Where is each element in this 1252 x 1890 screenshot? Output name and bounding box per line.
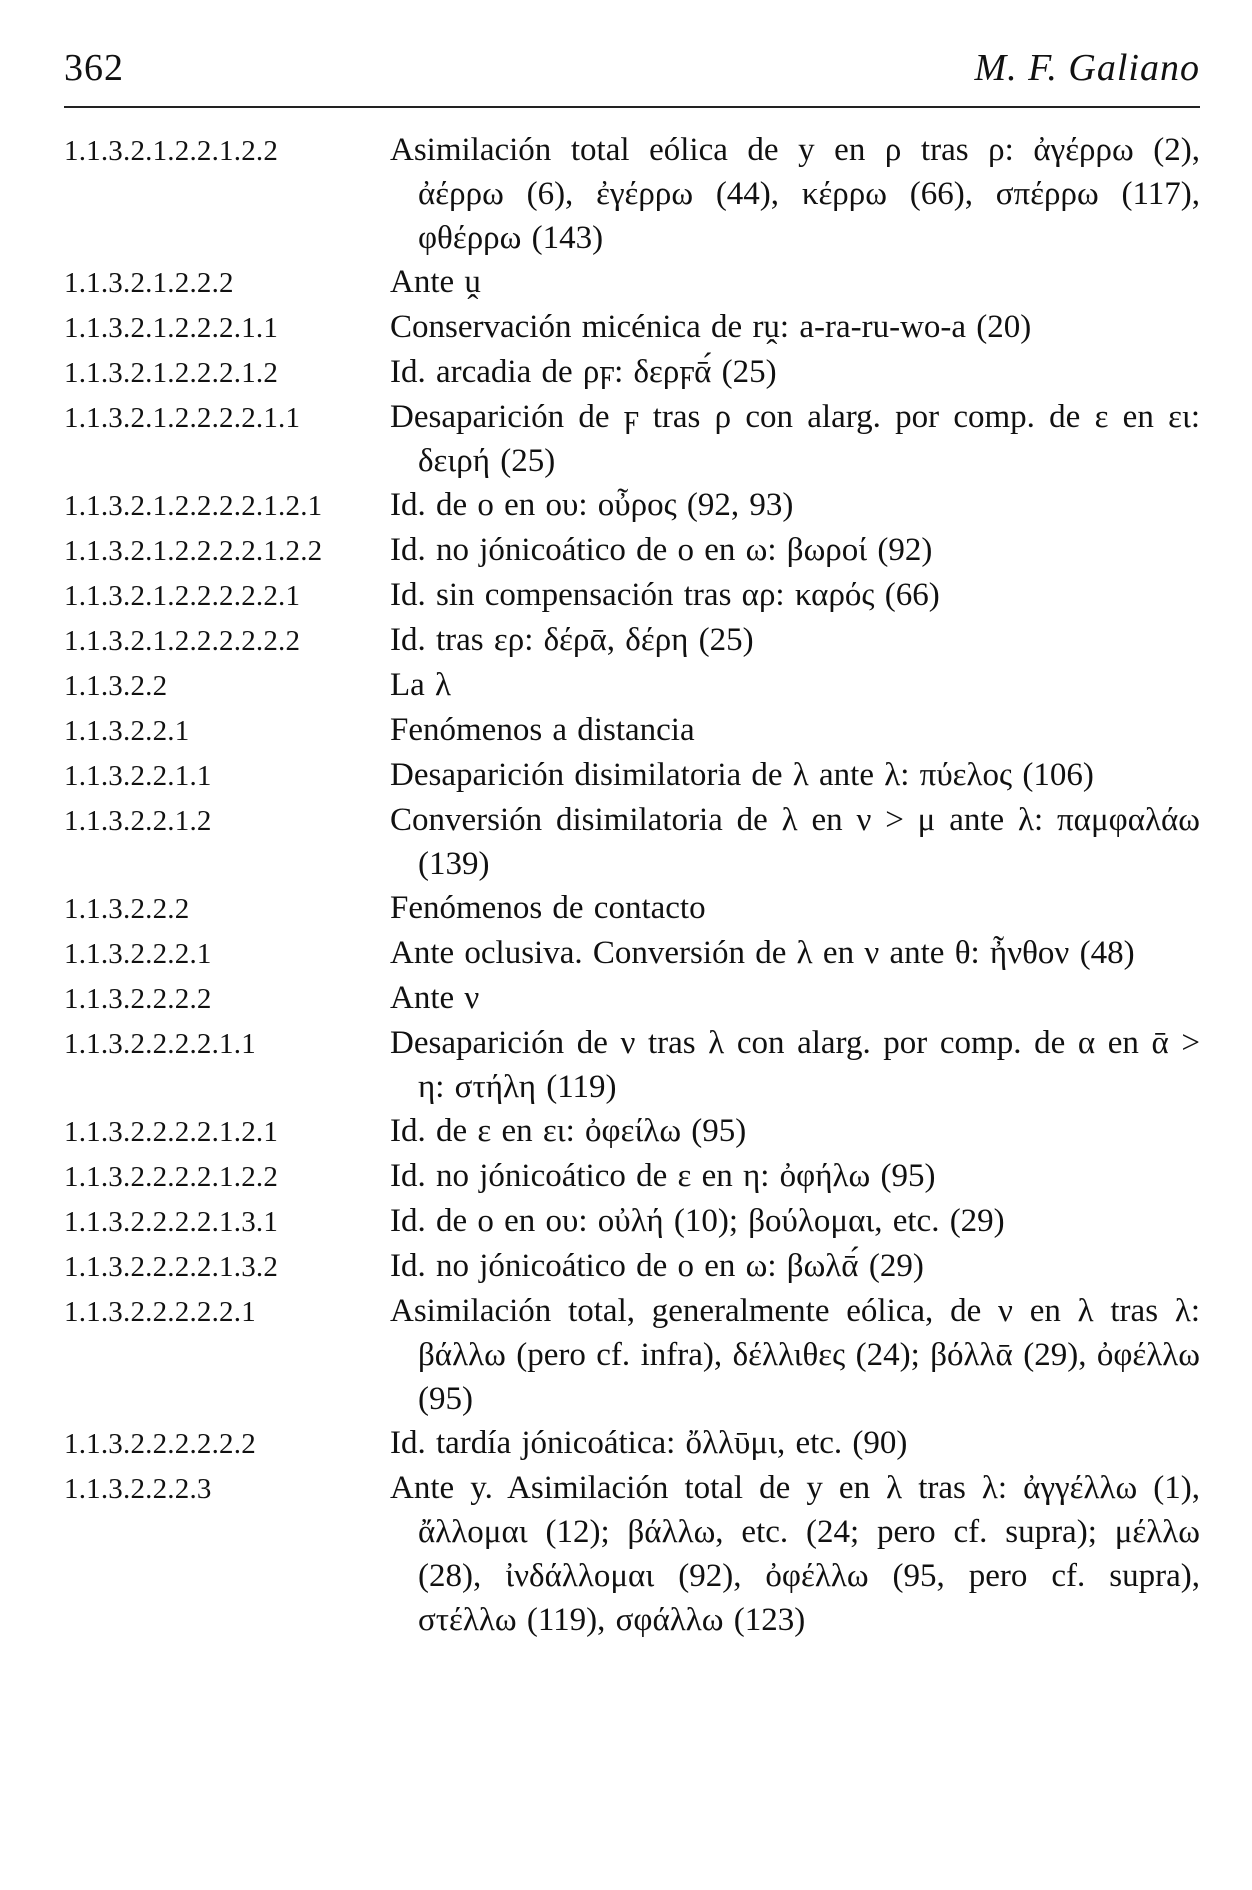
entry-code: 1.1.3.2.2.2 bbox=[64, 893, 190, 925]
entry-code: 1.1.3.2.1.2.2.2.1.2 bbox=[64, 357, 279, 389]
entry-text: Desaparición de ν tras λ con alarg. por … bbox=[390, 1025, 1200, 1105]
entry-row: 1.1.3.2.1.2.2.2.1.2 Id. arcadia de ρϝ: δ… bbox=[64, 350, 1200, 395]
entry-row: 1.1.3.2.2.2.3 Ante y. Asimilación total … bbox=[64, 1466, 1200, 1642]
entry-code: 1.1.3.2.2.2.1 bbox=[64, 938, 212, 970]
entry-text: Asimilación total eólica de y en ρ tras … bbox=[390, 132, 1200, 256]
entry-text: Id. tras ερ: δέρᾱ, δέρη (25) bbox=[390, 622, 754, 658]
entry-code: 1.1.3.2.1.2.2.2.2.2.2 bbox=[64, 625, 301, 657]
entry-code: 1.1.3.2.2.2.3 bbox=[64, 1473, 212, 1505]
page-number: 362 bbox=[64, 47, 124, 89]
entry-row: 1.1.3.2.1.2.2.2.2.2.2 Id. tras ερ: δέρᾱ,… bbox=[64, 618, 1200, 663]
entry-code: 1.1.3.2.1.2.2.2.1.1 bbox=[64, 312, 279, 344]
entry-list: 1.1.3.2.1.2.2.1.2.2 Asimilación total eó… bbox=[64, 128, 1200, 1642]
entry-row: 1.1.3.2.1.2.2.2.1.1 Conservación micénic… bbox=[64, 305, 1200, 350]
entry-code: 1.1.3.2.2.2.2 bbox=[64, 983, 212, 1015]
entry-text: Fenómenos de contacto bbox=[390, 890, 706, 926]
entry-code: 1.1.3.2.2.2.2.1.3.2 bbox=[64, 1251, 279, 1283]
entry-text: Id. de ο en ου: οὖρος (92, 93) bbox=[390, 487, 794, 523]
entry-text: La λ bbox=[390, 667, 452, 703]
page-header: 362 M. F. Galiano bbox=[64, 44, 1200, 108]
entry-row: 1.1.3.2.1.2.2.2 Ante ṷ bbox=[64, 260, 1200, 305]
entry-row: 1.1.3.2.2.2.2.1.2.2 Id. no jónicoático d… bbox=[64, 1154, 1200, 1199]
entry-code: 1.1.3.2.2.2.2.1.1 bbox=[64, 1028, 256, 1060]
entry-row: 1.1.3.2.1.2.2.2.2.1.1 Desaparición de ϝ … bbox=[64, 395, 1200, 483]
entry-code: 1.1.3.2.2.2.2.1.3.1 bbox=[64, 1206, 279, 1238]
entry-text: Ante ṷ bbox=[390, 264, 481, 300]
entry-text: Fenómenos a distancia bbox=[390, 712, 695, 748]
entry-text: Id. de ο en ου: οὐλή (10); βούλομαι, etc… bbox=[390, 1203, 1005, 1239]
entry-text: Desaparición disimilatoria de λ ante λ: … bbox=[390, 757, 1094, 793]
entry-row: 1.1.3.2.2.1.2 Conversión disimilatoria d… bbox=[64, 798, 1200, 886]
entry-row: 1.1.3.2.2.2.2.1.3.2 Id. no jónicoático d… bbox=[64, 1244, 1200, 1289]
entry-text: Ante oclusiva. Conversión de λ en ν ante… bbox=[390, 935, 1135, 971]
entry-row: 1.1.3.2.2.2.2 Ante ν bbox=[64, 976, 1200, 1021]
entry-code: 1.1.3.2.1.2.2.1.2.2 bbox=[64, 135, 279, 167]
entry-text: Conservación micénica de rṷ: a-ra-ru-wo-… bbox=[390, 309, 1032, 345]
entry-text: Id. no jónicoático de ε en η: ὀφήλω (95) bbox=[390, 1158, 936, 1194]
entry-code: 1.1.3.2.2.1.1 bbox=[64, 760, 212, 792]
entry-row: 1.1.3.2.1.2.2.2.2.1.2.1 Id. de ο en ου: … bbox=[64, 483, 1200, 528]
entry-row: 1.1.3.2.2.2.2.1.2.1 Id. de ε en ει: ὀφεί… bbox=[64, 1109, 1200, 1154]
entry-text: Id. sin compensación tras αρ: καρός (66) bbox=[390, 577, 940, 613]
entry-code: 1.1.3.2.1.2.2.2.2.1.2.1 bbox=[64, 490, 323, 522]
entry-code: 1.1.3.2.2.2.2.1.2.1 bbox=[64, 1116, 279, 1148]
entry-row: 1.1.3.2.1.2.2.1.2.2 Asimilación total eó… bbox=[64, 128, 1200, 260]
entry-text: Id. arcadia de ρϝ: δερϝᾱ́ (25) bbox=[390, 354, 777, 390]
entry-code: 1.1.3.2.1.2.2.2.2.1.2.2 bbox=[64, 535, 323, 567]
entry-code: 1.1.3.2.2.2.2.2.2 bbox=[64, 1428, 256, 1460]
entry-text: Ante y. Asimilación total de y en λ tras… bbox=[390, 1470, 1200, 1638]
entry-code: 1.1.3.2.2.2.2.2.1 bbox=[64, 1296, 256, 1328]
entry-row: 1.1.3.2.2.2.1 Ante oclusiva. Conversión … bbox=[64, 931, 1200, 976]
entry-row: 1.1.3.2.2.1 Fenómenos a distancia bbox=[64, 708, 1200, 753]
entry-text: Id. no jónicoático de ο en ω: βωροί (92) bbox=[390, 532, 933, 568]
entry-code: 1.1.3.2.1.2.2.2 bbox=[64, 267, 234, 299]
entry-text: Id. de ε en ει: ὀφείλω (95) bbox=[390, 1113, 747, 1149]
entry-code: 1.1.3.2.2.1.2 bbox=[64, 805, 212, 837]
entry-code: 1.1.3.2.2.2.2.1.2.2 bbox=[64, 1161, 279, 1193]
entry-text: Conversión disimilatoria de λ en ν > μ a… bbox=[390, 802, 1200, 882]
entry-code: 1.1.3.2.2 bbox=[64, 670, 168, 702]
entry-text: Id. no jónicoático de ο en ω: βωλᾱ́ (29) bbox=[390, 1248, 924, 1284]
entry-code: 1.1.3.2.1.2.2.2.2.2.1 bbox=[64, 580, 301, 612]
entry-row: 1.1.3.2.1.2.2.2.2.1.2.2 Id. no jónicoáti… bbox=[64, 528, 1200, 573]
entry-row: 1.1.3.2.2.2.2.2.2 Id. tardía jónicoática… bbox=[64, 1421, 1200, 1466]
entry-row: 1.1.3.2.2.2.2.1.3.1 Id. de ο en ου: οὐλή… bbox=[64, 1199, 1200, 1244]
entry-text: Id. tardía jónicoática: ὄλλῡμι, etc. (90… bbox=[390, 1425, 908, 1461]
entry-text: Ante ν bbox=[390, 980, 480, 1016]
entry-text: Desaparición de ϝ tras ρ con alarg. por … bbox=[390, 399, 1200, 479]
running-head: M. F. Galiano bbox=[974, 47, 1200, 89]
entry-code: 1.1.3.2.1.2.2.2.2.1.1 bbox=[64, 402, 301, 434]
entry-row: 1.1.3.2.1.2.2.2.2.2.1 Id. sin compensaci… bbox=[64, 573, 1200, 618]
entry-text: Asimilación total, generalmente eólica, … bbox=[390, 1293, 1200, 1417]
entry-row: 1.1.3.2.2.2.2.2.1 Asimilación total, gen… bbox=[64, 1289, 1200, 1421]
entry-row: 1.1.3.2.2.1.1 Desaparición disimilatoria… bbox=[64, 753, 1200, 798]
book-page: 362 M. F. Galiano 1.1.3.2.1.2.2.1.2.2 As… bbox=[0, 0, 1252, 1890]
entry-row: 1.1.3.2.2.2.2.1.1 Desaparición de ν tras… bbox=[64, 1021, 1200, 1109]
entry-row: 1.1.3.2.2.2 Fenómenos de contacto bbox=[64, 886, 1200, 931]
entry-code: 1.1.3.2.2.1 bbox=[64, 715, 190, 747]
entry-row: 1.1.3.2.2 La λ bbox=[64, 663, 1200, 708]
